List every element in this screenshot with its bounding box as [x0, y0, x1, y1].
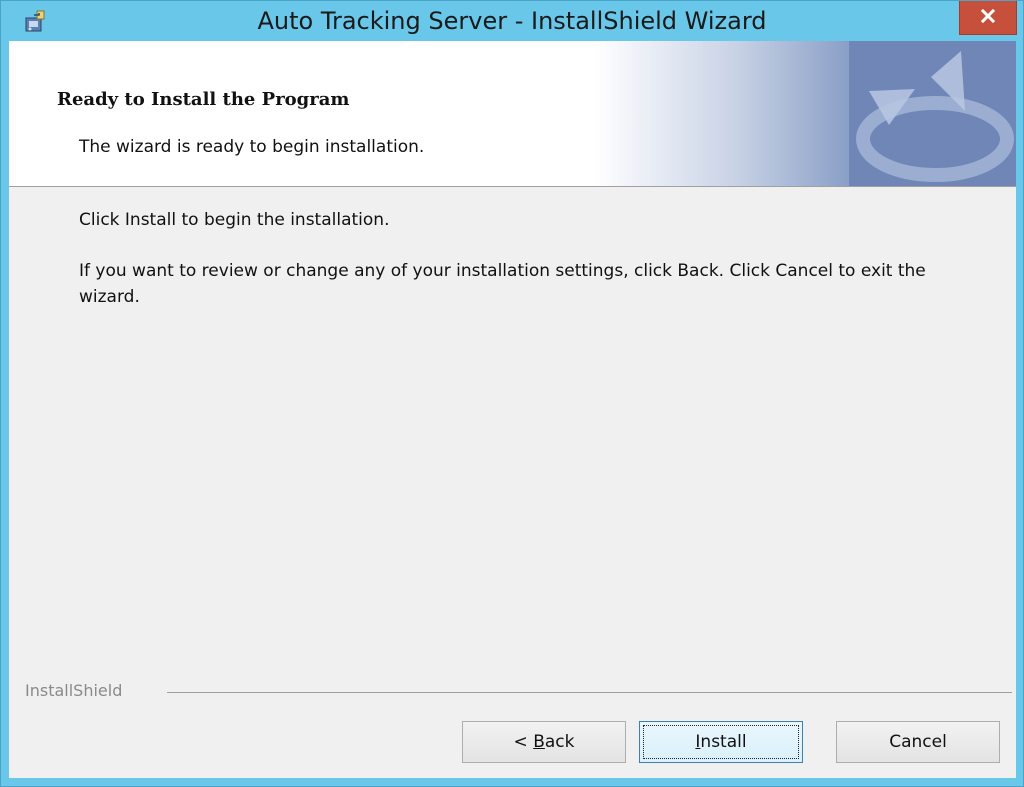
- installshield-logo-icon: [849, 41, 1016, 186]
- install-label-rest: nstall: [700, 732, 747, 752]
- close-button[interactable]: [959, 1, 1017, 35]
- back-label-rest: ack: [544, 732, 575, 752]
- install-button[interactable]: Install: [639, 721, 803, 763]
- brand-label: InstallShield: [25, 681, 123, 700]
- installshield-branding: InstallShield: [9, 679, 1016, 707]
- title-bar[interactable]: Auto Tracking Server - InstallShield Wiz…: [1, 1, 1023, 41]
- wizard-header-banner: Ready to Install the Program The wizard …: [9, 41, 1016, 186]
- instruction-text: Click Install to begin the installation.: [79, 210, 390, 230]
- back-mnemonic: B: [533, 732, 545, 752]
- footer-divider: [167, 692, 1012, 693]
- page-title: Ready to Install the Program: [57, 89, 350, 110]
- window-title: Auto Tracking Server - InstallShield Wiz…: [257, 7, 767, 35]
- back-button[interactable]: < Back: [462, 721, 626, 763]
- cancel-button[interactable]: Cancel: [836, 721, 1000, 763]
- back-prefix: <: [513, 732, 534, 752]
- close-icon: [980, 8, 996, 28]
- header-divider: [9, 186, 1016, 187]
- page-subtitle: The wizard is ready to begin installatio…: [79, 137, 425, 157]
- cancel-label: Cancel: [889, 732, 947, 752]
- review-text: If you want to review or change any of y…: [79, 261, 926, 307]
- wizard-client-area: Ready to Install the Program The wizard …: [9, 41, 1016, 778]
- installer-window: Auto Tracking Server - InstallShield Wiz…: [0, 0, 1024, 787]
